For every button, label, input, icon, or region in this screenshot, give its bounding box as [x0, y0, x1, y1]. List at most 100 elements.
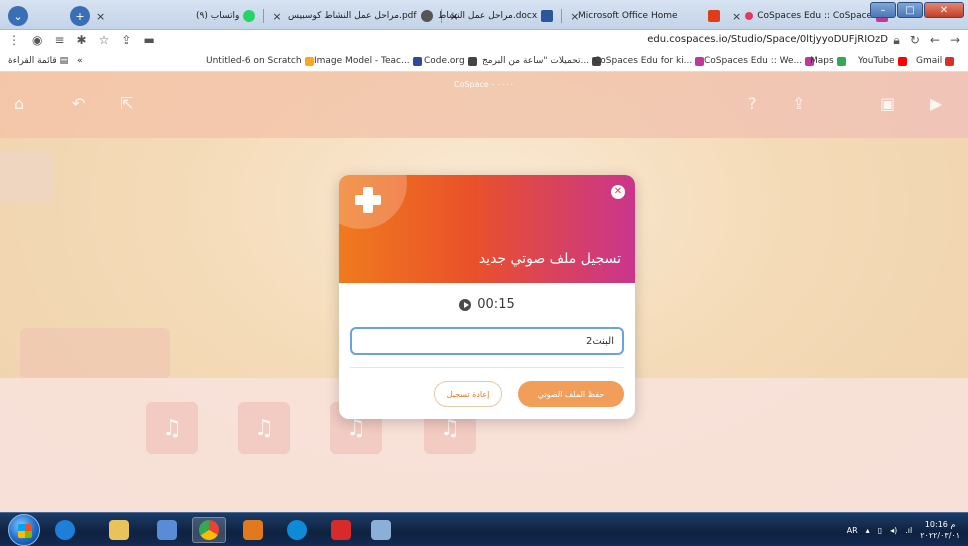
- extensions-icon[interactable]: ✱: [77, 33, 87, 47]
- reading-list-icon[interactable]: ≡: [54, 33, 64, 47]
- bookmark-maps[interactable]: Maps: [810, 56, 846, 66]
- bookmark-label: CoSpaces Edu :: We...: [704, 56, 803, 66]
- forward-icon[interactable]: ←: [930, 33, 940, 48]
- bookmark-cospaces-kids[interactable]: CoSpaces Edu for ki...: [594, 56, 705, 66]
- bookmark-youtube[interactable]: YouTube: [858, 56, 907, 66]
- tab-office[interactable]: Microsoft Office Home: [578, 5, 678, 27]
- globe-icon: [420, 10, 433, 22]
- bookmark-label: Maps: [810, 56, 834, 66]
- back-icon[interactable]: →: [950, 33, 960, 48]
- taskbar-acrobat[interactable]: [324, 517, 358, 543]
- recording-icon: [745, 12, 754, 20]
- nav-buttons: 🔒︎ ↻ ← →: [893, 33, 960, 48]
- dialog-divider: [350, 367, 624, 368]
- camera-icon[interactable]: ▬: [143, 33, 154, 47]
- cospaces-icon: [695, 56, 705, 66]
- dialog-title: تسجيل ملف صوتي جديد: [478, 251, 621, 267]
- bookmark-star-icon[interactable]: ☆: [99, 33, 110, 47]
- rerecord-button[interactable]: إعادة تسجيل: [434, 381, 502, 407]
- acrobat-icon: [331, 520, 351, 540]
- share-icon[interactable]: ⇪: [121, 33, 131, 47]
- tab-close-standalone[interactable]: ×: [96, 5, 105, 27]
- tab-search-icon[interactable]: ⌄: [8, 6, 28, 26]
- bookmark-image-model[interactable]: Image Model - Teac...: [314, 56, 422, 66]
- dialog-header: ✕ تسجيل ملف صوتي جديد: [339, 175, 635, 283]
- volume-icon[interactable]: ◂): [890, 526, 897, 535]
- tab-pdf[interactable]: مراحل عمل النشاط كوسبيس.pdf ×: [288, 5, 459, 27]
- new-tab-button[interactable]: +: [70, 6, 90, 26]
- maximize-button[interactable]: □: [897, 2, 923, 18]
- tab-whatsapp[interactable]: (٩) واتساب ×: [196, 5, 282, 27]
- taskbar-media[interactable]: [236, 517, 270, 543]
- menu-icon[interactable]: ⋮: [8, 33, 20, 47]
- tab-cospaces-active[interactable]: × CoSpaces Edu :: CoSpace: [708, 5, 889, 27]
- recording-timer: 00:15: [339, 297, 635, 312]
- gmail-icon: [945, 56, 955, 66]
- battery-icon[interactable]: ▯: [878, 526, 882, 535]
- taskbar-explorer[interactable]: [102, 517, 136, 543]
- taskbar-edge[interactable]: [280, 517, 314, 543]
- reading-list-button[interactable]: قائمة القراءة ▤ «: [8, 56, 83, 66]
- bookmark-code-org[interactable]: Code.org: [424, 56, 477, 66]
- tab-docx[interactable]: مراحل عمل النشاط.docx ×: [438, 5, 579, 27]
- language-indicator[interactable]: AR: [847, 526, 858, 535]
- whatsapp-icon: [243, 10, 256, 22]
- timer-value: 00:15: [477, 297, 515, 312]
- browser-tab-bar: ⌄ + × (٩) واتساب × مراحل عمل النشاط كوسب…: [0, 0, 968, 30]
- tab-label: مراحل عمل النشاط كوسبيس.pdf: [288, 11, 417, 21]
- close-icon[interactable]: ×: [732, 10, 741, 23]
- double-chevron-icon[interactable]: «: [77, 56, 83, 66]
- taskbar-chrome[interactable]: [192, 517, 226, 543]
- bookmark-gmail[interactable]: Gmail: [916, 56, 955, 66]
- clock-date: ٢٠٢٢/٠٣/٠١: [920, 531, 960, 540]
- system-tray: AR ▴ ▯ ◂) .ıl 10:16 م ٢٠٢٢/٠٣/٠١: [847, 519, 960, 541]
- tray-arrow-icon[interactable]: ▴: [866, 526, 870, 535]
- tab-label: Microsoft Office Home: [578, 11, 678, 21]
- media-player-icon: [243, 520, 263, 540]
- close-icon[interactable]: ×: [96, 10, 105, 23]
- chrome-icon: [199, 520, 219, 540]
- bookmark-label: YouTube: [858, 56, 895, 66]
- bookmark-label: تحميلات "ساعة من البرمج...: [482, 56, 590, 66]
- folder-icon: [109, 520, 129, 540]
- taskbar-paint[interactable]: [364, 517, 398, 543]
- start-button[interactable]: [8, 514, 40, 546]
- bookmark-hour-of-code[interactable]: تحميلات "ساعة من البرمج...: [482, 56, 602, 66]
- edge-icon: [287, 520, 307, 540]
- close-icon[interactable]: ✕: [611, 185, 625, 199]
- youtube-icon: [897, 56, 907, 66]
- taskbar: AR ▴ ▯ ◂) .ıl 10:16 م ٢٠٢٢/٠٣/٠١: [0, 512, 968, 546]
- bookmarks-bar: قائمة القراءة ▤ « Untitled-6 on Scratch …: [0, 52, 968, 72]
- reading-list-label: قائمة القراءة: [8, 56, 57, 66]
- audio-name-input[interactable]: [350, 327, 624, 355]
- profile-icon[interactable]: ◉: [32, 33, 42, 47]
- bookmark-cospaces-web[interactable]: CoSpaces Edu :: We...: [704, 56, 815, 66]
- office-icon: [708, 10, 720, 22]
- save-audio-button[interactable]: حفظ الملف الصوتي: [518, 381, 624, 407]
- taskbar-app3[interactable]: [150, 517, 184, 543]
- bookmark-scratch[interactable]: Untitled-6 on Scratch: [206, 56, 314, 66]
- reload-icon[interactable]: ↻: [910, 33, 920, 48]
- play-icon[interactable]: [459, 298, 472, 311]
- signal-icon[interactable]: .ıl: [905, 526, 912, 535]
- bookmark-label: Untitled-6 on Scratch: [206, 56, 302, 66]
- list-icon: ▤: [59, 56, 69, 66]
- url-field[interactable]: edu.cospaces.io/Studio/Space/0ltjyyoDUFj…: [647, 34, 888, 45]
- tab-label: CoSpaces Edu :: CoSpace: [757, 11, 873, 21]
- clock[interactable]: 10:16 م ٢٠٢٢/٠٣/٠١: [920, 519, 960, 541]
- bookmark-label: Gmail: [916, 56, 943, 66]
- maps-icon: [836, 56, 846, 66]
- bookmark-label: CoSpaces Edu for ki...: [594, 56, 693, 66]
- minimize-button[interactable]: –: [870, 2, 896, 18]
- tab-label: (٩) واتساب: [196, 11, 240, 21]
- paint-icon: [371, 520, 391, 540]
- scratch-icon: [304, 56, 314, 66]
- bookmark-label: Image Model - Teac...: [314, 56, 410, 66]
- window-close-button[interactable]: ✕: [924, 2, 964, 18]
- bookmark-label: Code.org: [424, 56, 465, 66]
- lock-icon[interactable]: 🔒︎: [893, 33, 899, 48]
- address-bar: ⋮ ◉ ≡ ✱ ☆ ⇪ ▬ edu.cospaces.io/Studio/Spa…: [0, 30, 968, 52]
- close-icon[interactable]: ×: [272, 10, 281, 23]
- ie-icon: [55, 520, 75, 540]
- taskbar-ie[interactable]: [48, 517, 82, 543]
